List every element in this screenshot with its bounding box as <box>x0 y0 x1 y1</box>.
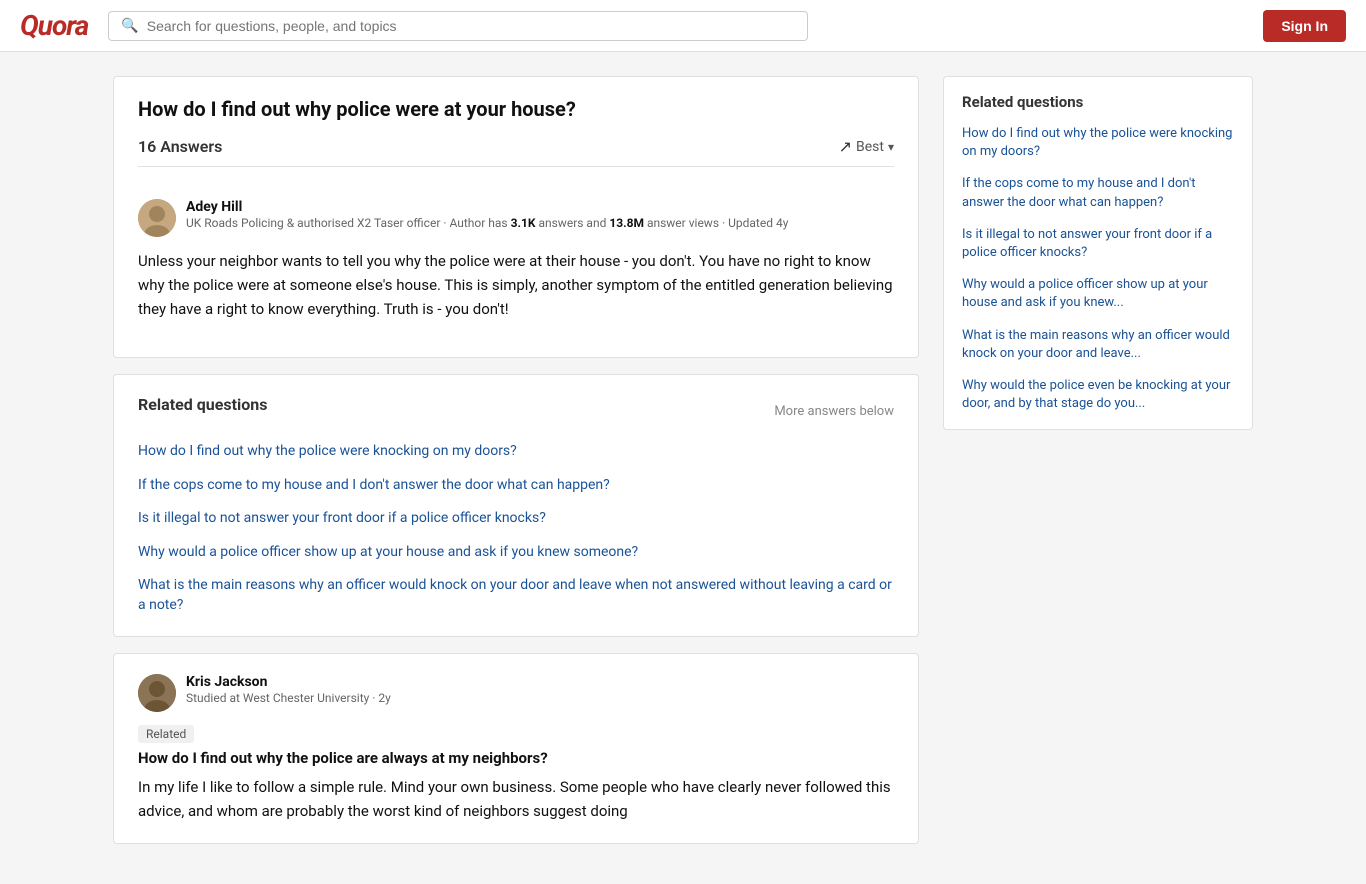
sidebar-link-0[interactable]: How do I find out why the police were kn… <box>962 125 1234 161</box>
search-icon: 🔍 <box>121 18 138 34</box>
sidebar-link-1[interactable]: If the cops come to my house and I don't… <box>962 175 1234 211</box>
sidebar-link-3[interactable]: Why would a police officer show up at yo… <box>962 276 1234 312</box>
first-answer: Adey Hill UK Roads Policing & authorised… <box>138 183 894 337</box>
question-title: How do I find out why police were at you… <box>138 97 894 121</box>
sign-in-button[interactable]: Sign In <box>1263 10 1346 42</box>
sidebar-link-5[interactable]: Why would the police even be knocking at… <box>962 377 1234 413</box>
sort-control[interactable]: ↗ Best ▾ <box>839 137 894 156</box>
second-author-meta: Studied at West Chester University · 2y <box>186 690 894 707</box>
inline-related-link-0[interactable]: How do I find out why the police were kn… <box>138 442 894 462</box>
sidebar: Related questions How do I find out why … <box>943 76 1253 860</box>
question-card: How do I find out why police were at you… <box>113 76 919 358</box>
related-question-text: How do I find out why the police are alw… <box>138 749 894 767</box>
quora-logo[interactable]: Quora <box>20 9 88 42</box>
first-answer-text: Unless your neighbor wants to tell you w… <box>138 249 894 321</box>
first-author-name[interactable]: Adey Hill <box>186 199 894 215</box>
inline-related-header: Related questions More answers below <box>138 395 894 428</box>
inline-related-title: Related questions <box>138 395 267 414</box>
trending-icon: ↗ <box>839 137 852 156</box>
related-badge: Related <box>138 725 194 743</box>
header: Quora 🔍 Sign In <box>0 0 1366 52</box>
second-answer-author: Kris Jackson Studied at West Chester Uni… <box>138 674 894 712</box>
second-author-name[interactable]: Kris Jackson <box>186 674 894 690</box>
second-answer-text: In my life I like to follow a simple rul… <box>138 775 894 823</box>
main-container: How do I find out why police were at you… <box>93 76 1273 860</box>
inline-related-link-2[interactable]: Is it illegal to not answer your front d… <box>138 509 894 529</box>
inline-related-link-1[interactable]: If the cops come to my house and I don't… <box>138 476 894 496</box>
first-author-avatar <box>138 199 176 237</box>
first-author-meta: UK Roads Policing & authorised X2 Taser … <box>186 215 894 232</box>
sidebar-card: Related questions How do I find out why … <box>943 76 1253 430</box>
more-answers-below: More answers below <box>774 404 894 419</box>
answers-count: 16 Answers <box>138 137 222 156</box>
sidebar-title: Related questions <box>962 93 1234 111</box>
sidebar-link-4[interactable]: What is the main reasons why an officer … <box>962 327 1234 363</box>
search-input[interactable] <box>147 18 796 34</box>
second-answer-card: Kris Jackson Studied at West Chester Uni… <box>113 653 919 844</box>
first-author-meta-prefix: UK Roads Policing & authorised X2 Taser … <box>186 216 511 230</box>
answers-header: 16 Answers ↗ Best ▾ <box>138 137 894 167</box>
first-author-info: Adey Hill UK Roads Policing & authorised… <box>186 199 894 232</box>
second-author-info: Kris Jackson Studied at West Chester Uni… <box>186 674 894 707</box>
first-answer-author: Adey Hill UK Roads Policing & authorised… <box>138 199 894 237</box>
second-author-avatar <box>138 674 176 712</box>
inline-related-link-3[interactable]: Why would a police officer show up at yo… <box>138 543 894 563</box>
sidebar-link-2[interactable]: Is it illegal to not answer your front d… <box>962 226 1234 262</box>
inline-related-link-4[interactable]: What is the main reasons why an officer … <box>138 576 894 615</box>
first-author-meta-mid: answers and <box>535 216 609 230</box>
sort-label: Best <box>856 139 884 155</box>
inline-related-section: Related questions More answers below How… <box>113 374 919 637</box>
chevron-down-icon: ▾ <box>888 140 894 154</box>
search-bar: 🔍 <box>108 11 808 41</box>
first-author-views: 13.8M <box>609 216 644 230</box>
header-right: Sign In <box>1263 10 1346 42</box>
first-author-answers: 3.1K <box>511 216 536 230</box>
content-area: How do I find out why police were at you… <box>113 76 919 860</box>
first-author-meta-suffix: answer views · Updated 4y <box>644 216 788 230</box>
